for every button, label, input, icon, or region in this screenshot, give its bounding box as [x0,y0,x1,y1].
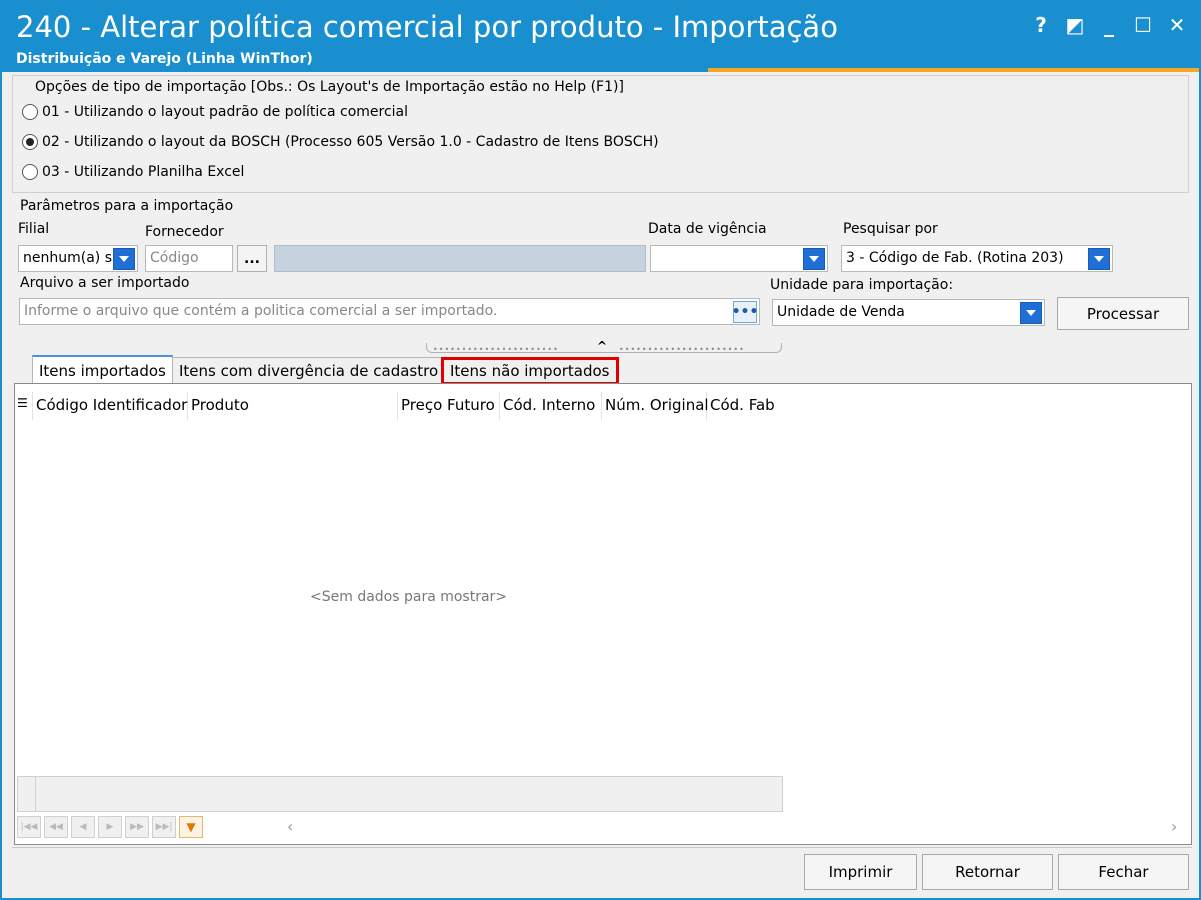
radio-circle[interactable] [22,164,38,180]
pesquisar-select[interactable]: 3 - Código de Fab. (Rotina 203) [841,245,1113,272]
column-chooser-icon[interactable]: ☰ [15,392,33,420]
nav-next-page-icon[interactable]: ▶▶ [125,816,149,838]
grid-footer-row [17,776,783,812]
unidade-dropdown-icon[interactable] [1020,302,1042,324]
radio-label: 01 - Utilizando o layout padrão de polít… [42,104,409,120]
data-vigencia-label: Data de vigência [648,221,767,237]
col-num-original[interactable]: Núm. Original [602,392,709,420]
tab-strip: Itens importados Itens com divergência d… [12,352,1192,385]
nav-last-icon[interactable]: ▶▶| [152,816,176,838]
col-cod-interno[interactable]: Cód. Interno [500,392,602,420]
bottom-button-bar: Imprimir Retornar Fechar [12,847,1192,895]
col-preco-futuro[interactable]: Preço Futuro [398,392,500,420]
retornar-button[interactable]: Retornar [922,854,1053,890]
tab-itens-importados[interactable]: Itens importados [32,355,173,384]
nav-prev-page-icon[interactable]: ◀◀ [44,816,68,838]
title-accent-bar [708,68,1199,72]
col-codigo-identificador[interactable]: Código Identificador [33,392,188,420]
arquivo-input[interactable]: Informe o arquivo que contém a politica … [19,298,760,325]
params-legend: Parâmetros para a importação [20,198,234,214]
scroll-right-icon[interactable]: › [1171,817,1177,836]
grid-navigator: |◀◀ ◀◀ ◀ ▶ ▶▶ ▶▶| ▼ [17,814,206,840]
window-subtitle: Distribuição e Varejo (Linha WinThor) [16,51,313,67]
processar-button[interactable]: Processar [1057,297,1189,330]
radio-circle-selected[interactable] [22,134,38,150]
import-options-legend: Opções de tipo de importação [Obs.: Os L… [31,79,628,95]
footer-indicator-cell [18,777,36,811]
filial-label: Filial [18,221,50,237]
window-title: 240 - Alterar política comercial por pro… [16,10,838,44]
radio-label: 02 - Utilizando o layout da BOSCH (Proce… [42,134,659,150]
col-produto[interactable]: Produto [188,392,398,420]
radio-circle[interactable] [22,104,38,120]
pesquisar-dropdown-icon[interactable] [1088,248,1110,270]
fornecedor-search-button[interactable]: ... [237,245,267,272]
tab-itens-nao-importados[interactable]: Itens não importados [441,357,619,385]
arquivo-label: Arquivo a ser importado [20,275,190,291]
radio-option-02[interactable]: 02 - Utilizando o layout da BOSCH (Proce… [22,134,659,150]
scroll-left-icon[interactable]: ‹ [287,817,293,836]
fornecedor-label: Fornecedor [145,224,224,240]
unidade-label: Unidade para importação: [770,277,954,293]
arquivo-browse-button[interactable]: ••• [732,301,758,323]
tab-itens-divergencia[interactable]: Itens com divergência de cadastro [172,357,446,384]
title-bar: 240 - Alterar política comercial por pro… [2,2,1199,72]
nav-next-icon[interactable]: ▶ [98,816,122,838]
data-vigencia-dropdown-icon[interactable] [803,248,825,270]
items-grid[interactable]: ☰ Código Identificador Produto Preço Fut… [14,383,1192,845]
help-button[interactable]: ? [1026,10,1056,40]
nav-prev-icon[interactable]: ◀ [71,816,95,838]
imprimir-button[interactable]: Imprimir [804,854,917,890]
nav-first-icon[interactable]: |◀◀ [17,816,41,838]
maximize-button[interactable]: ☐ [1128,10,1158,40]
data-vigencia-input[interactable] [650,245,828,272]
fornecedor-code-input[interactable]: Código [145,245,233,272]
radio-option-03[interactable]: 03 - Utilizando Planilha Excel [22,164,244,180]
app-window: 240 - Alterar política comercial por pro… [0,0,1201,900]
minimize-button[interactable]: _ [1094,10,1124,40]
filter-icon[interactable]: ▼ [179,816,203,838]
fechar-button[interactable]: Fechar [1058,854,1189,890]
radio-label: 03 - Utilizando Planilha Excel [42,164,245,180]
col-cod-fab[interactable]: Cód. Fab [707,392,785,420]
radio-option-01[interactable]: 01 - Utilizando o layout padrão de polít… [22,104,408,120]
collapse-chevron-icon[interactable]: ^ [597,339,607,353]
fornecedor-name-field [274,245,646,272]
unidade-select[interactable]: Unidade de Venda [772,299,1045,326]
pesquisar-label: Pesquisar por [843,221,938,237]
restore-layout-button[interactable]: ◩ [1060,10,1090,40]
empty-grid-message: <Sem dados para mostrar> [310,589,508,605]
filial-dropdown-icon[interactable] [113,248,135,270]
close-button[interactable]: ✕ [1162,10,1192,40]
